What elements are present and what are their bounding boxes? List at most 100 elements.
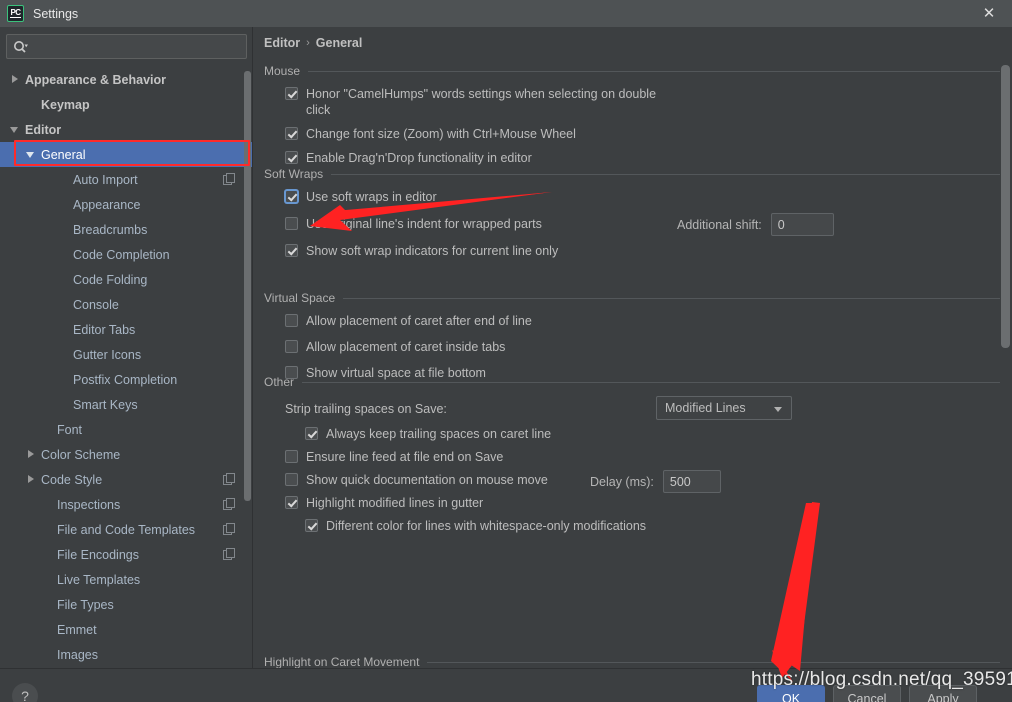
sidebar-item-appearance-behavior[interactable]: Appearance & Behavior [0, 67, 252, 92]
pycharm-logo-text: PC [10, 8, 21, 18]
breadcrumb-root[interactable]: Editor [264, 36, 300, 50]
checkbox-label: Use original line's indent for wrapped p… [306, 217, 542, 231]
search-input[interactable] [28, 39, 246, 54]
section-highlight-caret-label: Highlight on Caret Movement [264, 655, 420, 668]
apply-button[interactable]: Apply [909, 685, 977, 702]
cancel-button[interactable]: Cancel [833, 685, 901, 702]
sidebar-item-images[interactable]: Images [0, 642, 252, 667]
search-icon [13, 40, 28, 54]
sidebar-item-live-templates[interactable]: Live Templates [0, 567, 252, 592]
sidebar-item-emmet[interactable]: Emmet [0, 617, 252, 642]
content-scrollbar-thumb[interactable] [1001, 65, 1010, 348]
chevron-down-icon[interactable] [26, 149, 37, 160]
checkbox-use-soft-wraps[interactable] [285, 190, 298, 203]
checkbox-different-color-whitespace-only[interactable] [305, 519, 318, 532]
section-virtual-space-title: Virtual Space [264, 291, 1000, 305]
sidebar-item-gutter-icons[interactable]: Gutter Icons [0, 342, 252, 367]
checkbox-row[interactable]: Allow placement of caret inside tabs [285, 339, 1000, 355]
chevron-right-icon[interactable] [26, 449, 37, 460]
sidebar-item-console[interactable]: Console [0, 292, 252, 317]
sidebar-item-code-style[interactable]: Code Style [0, 467, 252, 492]
sidebar-item-appearance[interactable]: Appearance [0, 192, 252, 217]
checkbox-row[interactable]: Use original line's indent for wrapped p… [285, 213, 1000, 236]
sidebar-item-color-scheme[interactable]: Color Scheme [0, 442, 252, 467]
checkbox-row[interactable]: Allow placement of caret after end of li… [285, 313, 1000, 329]
sidebar-item-breadcrumbs[interactable]: Breadcrumbs [0, 217, 252, 242]
checkbox-always-keep-trailing-spaces[interactable] [305, 427, 318, 440]
checkbox-row[interactable]: Honor "CamelHumps" words settings when s… [285, 86, 1000, 118]
settings-tree[interactable]: Appearance & Behavior Keymap Editor General… [0, 67, 252, 682]
chevron-right-icon[interactable] [26, 474, 37, 485]
search-box[interactable] [6, 34, 247, 59]
strip-trailing-spaces-dropdown[interactable]: Modified Lines [656, 396, 792, 420]
checkbox-honor-camelhumps[interactable] [285, 87, 298, 100]
sidebar-item-code-completion[interactable]: Code Completion [0, 242, 252, 267]
checkbox-row[interactable]: Change font size (Zoom) with Ctrl+Mouse … [285, 126, 1000, 142]
sidebar-item-smart-keys[interactable]: Smart Keys [0, 392, 252, 417]
sidebar-item-keymap[interactable]: Keymap [0, 92, 252, 117]
sidebar-item-label: Auto Import [73, 172, 138, 187]
checkbox-change-font-size-zoom[interactable] [285, 127, 298, 140]
sidebar-item-font[interactable]: Font [0, 417, 252, 442]
checkbox-show-quick-documentation[interactable] [285, 473, 298, 486]
sidebar-item-postfix-completion[interactable]: Postfix Completion [0, 367, 252, 392]
checkbox-ensure-line-feed-at-file-end[interactable] [285, 450, 298, 463]
checkbox-row[interactable]: Different color for lines with whitespac… [285, 518, 1000, 534]
checkbox-row[interactable]: Use soft wraps in editor [285, 189, 1000, 205]
breadcrumb-separator-icon: › [306, 37, 310, 49]
checkbox-row[interactable]: Show quick documentation on mouse move D… [285, 470, 1000, 493]
sidebar-item-label: Appearance [73, 197, 141, 212]
sidebar-item-file-encodings[interactable]: File Encodings [0, 542, 252, 567]
close-icon[interactable]: ✕ [966, 0, 1012, 27]
checkbox-row[interactable]: Always keep trailing spaces on caret lin… [285, 426, 1000, 442]
sidebar-item-label: Console [73, 297, 119, 312]
checkbox-row[interactable]: Highlight modified lines in gutter [285, 495, 1000, 511]
sidebar-item-label: Code Completion [73, 247, 170, 262]
sidebar-item-auto-import[interactable]: Auto Import [0, 167, 252, 192]
section-virtual-space-label: Virtual Space [264, 291, 336, 305]
sidebar-item-inspections[interactable]: Inspections [0, 492, 252, 517]
sidebar-item-label: Font [57, 422, 83, 437]
help-button[interactable]: ? [12, 683, 38, 702]
additional-shift-field-group: Additional shift: [677, 213, 834, 236]
sidebar-item-label: Smart Keys [73, 397, 138, 412]
sidebar-item-label: Images [57, 647, 98, 662]
sidebar-item-editor[interactable]: Editor [0, 117, 252, 142]
additional-shift-label: Additional shift: [677, 217, 762, 232]
ok-button[interactable]: OK [757, 685, 825, 702]
checkbox-show-soft-wrap-indicators[interactable] [285, 244, 298, 257]
sidebar-item-file-and-code-templates[interactable]: File and Code Templates [0, 517, 252, 542]
sidebar-item-label: File Encodings [57, 547, 139, 562]
chevron-right-icon[interactable] [10, 74, 21, 85]
sidebar-item-general[interactable]: General [0, 142, 252, 167]
sidebar-scrollbar-thumb[interactable] [244, 71, 251, 501]
copy-settings-icon [223, 473, 235, 485]
sidebar-item-label: Editor [25, 122, 62, 137]
checkbox-row[interactable]: Enable Drag'n'Drop functionality in edit… [285, 150, 1000, 166]
section-highlight-caret-movement: Highlight on Caret Movement [264, 655, 1000, 668]
copy-settings-icon [223, 173, 235, 185]
sidebar-item-editor-tabs[interactable]: Editor Tabs [0, 317, 252, 342]
checkbox-use-original-line-indent[interactable] [285, 217, 298, 230]
checkbox-allow-caret-after-end-of-line[interactable] [285, 314, 298, 327]
delay-input[interactable] [662, 470, 721, 493]
checkbox-enable-drag-n-drop[interactable] [285, 151, 298, 164]
checkbox-row[interactable]: Show soft wrap indicators for current li… [285, 243, 1000, 259]
checkbox-row[interactable]: Ensure line feed at file end on Save [285, 449, 1000, 465]
sidebar-item-code-folding[interactable]: Code Folding [0, 267, 252, 292]
sidebar-item-file-types[interactable]: File Types [0, 592, 252, 617]
checkbox-allow-caret-inside-tabs[interactable] [285, 340, 298, 353]
checkbox-label: Highlight modified lines in gutter [306, 496, 484, 510]
copy-settings-icon [223, 498, 235, 510]
sidebar-item-label: Editor Tabs [73, 322, 136, 337]
checkbox-highlight-modified-lines-in-gutter[interactable] [285, 496, 298, 509]
additional-shift-input[interactable] [770, 213, 834, 236]
chevron-down-icon[interactable] [10, 124, 21, 135]
